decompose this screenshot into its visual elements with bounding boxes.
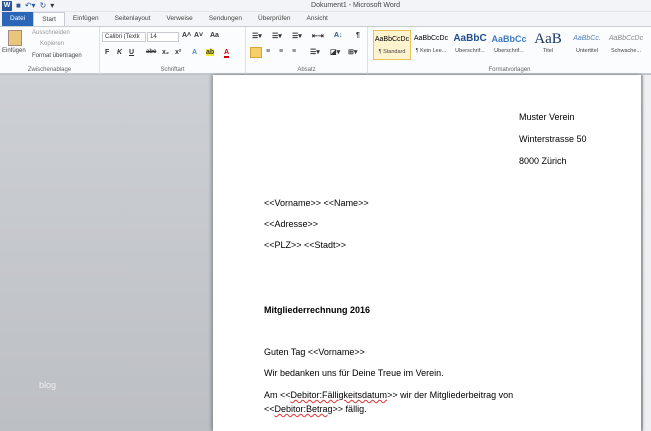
text: << [264,404,275,414]
window-title: Dokument1 - Microsoft Word [311,2,400,9]
tab-start[interactable]: Start [33,12,65,26]
tab-datei[interactable]: Datei [2,12,34,26]
body-line-3: <<Debitor:Betrag>> fällig. [264,404,367,414]
align-left-button[interactable] [250,47,262,58]
tab-verweise[interactable]: Verweise [158,12,200,26]
style-preview: AaBbCcDc [374,36,410,43]
ribbon-tabs: Datei Start Einfügen Seitenlayout Verwei… [0,12,651,26]
shading-icon[interactable]: ◪▾ [330,48,340,56]
document-page[interactable]: Muster Verein Winterstrasse 50 8000 Züri… [213,75,641,431]
superscript-button[interactable]: x² [175,49,181,56]
italic-button[interactable]: K [117,49,122,56]
greeting: Guten Tag <<Vorname>> [264,347,365,357]
paragraph-group: ☰▾ ☰▾ ☰▾ ⇤⇥ A↓ ¶ ≡ ≡ ≡ ☰▾ ◪▾ ⊞▾ Absatz [246,27,368,74]
justify-icon[interactable]: ≡ [292,48,296,55]
style-preview: AaBbCcDc [608,35,644,42]
change-case-button[interactable]: Aa [210,32,219,39]
watermark: blog [39,380,57,390]
sender-street: Winterstrasse 50 [519,134,587,144]
style-preview: AaBbCc. [573,35,601,42]
line-spacing-icon[interactable]: ☰▾ [310,48,320,56]
shrink-font-button[interactable]: A˅ [194,32,203,39]
style-name: Untertitel [575,48,598,54]
clipboard-group: Einfügen Ausschneiden Kopieren Format üb… [0,27,100,74]
ribbon: Einfügen Ausschneiden Kopieren Format üb… [0,26,651,74]
body-line-1: Wir bedanken uns für Deine Treue im Vere… [264,368,444,378]
highlight-icon[interactable]: ab [206,49,215,56]
font-color-icon[interactable]: A [224,49,230,58]
bold-button[interactable]: F [105,49,109,56]
subject: Mitgliederrechnung 2016 [264,305,371,315]
paste-button[interactable]: Einfügen [2,48,26,54]
numbering-icon[interactable]: ☰▾ [272,32,282,40]
font-group-label: Schriftart [160,67,185,73]
style-name: Titel [542,48,554,54]
show-formatting-button[interactable]: ¶ [356,32,360,39]
indent-icon[interactable]: ⇤⇥ [312,32,324,40]
vertical-scrollbar[interactable] [643,75,651,431]
style-name: ¶ Standard [378,49,406,55]
text: >> fällig. [332,404,367,414]
sort-button[interactable]: A↓ [334,32,343,39]
style-name: Schwache... [611,48,641,54]
style-name: Überschrif... [494,48,524,54]
paragraph-group-label: Absatz [297,67,316,73]
subscript-button[interactable]: x₂ [162,49,169,56]
style-schwache-hervorhebung[interactable]: AaBbCcDc Schwache... [607,30,645,60]
tab-ansicht[interactable]: Ansicht [299,12,336,26]
format-painter-button[interactable]: Format übertragen [32,53,82,59]
paste-icon[interactable] [8,30,22,46]
sender-city: 8000 Zürich [519,156,567,166]
style-preview: AaBbC [453,33,487,44]
styles-group: AaBbCcDc ¶ Standard AaBbCcDc ¶ Kein Lee...… [368,27,651,74]
bullets-icon[interactable]: ☰▾ [252,32,262,40]
multilevel-list-icon[interactable]: ☰▾ [292,32,302,40]
font-name-select[interactable]: Calibri (Textk [102,32,146,42]
text: Am << [264,390,291,400]
font-size-select[interactable]: 14 [147,32,179,42]
copy-button[interactable]: Kopieren [40,41,64,47]
cut-button[interactable]: Ausschneiden [32,30,70,36]
clipboard-group-label: Zwischenablage [27,67,72,73]
title-bar: W ■ ↶▾ ↻ ▾ Dokument1 - Microsoft Word [0,0,651,12]
align-center-icon[interactable]: ≡ [266,48,270,55]
style-preview: AaB [534,31,562,47]
style-name: Überschrif... [455,48,485,54]
style-name: ¶ Kein Lee... [415,48,447,54]
recipient-city: <<PLZ>> <<Stadt>> [264,240,347,250]
borders-icon[interactable]: ⊞▾ [348,48,357,56]
strikethrough-button[interactable]: abc [146,49,156,55]
text-effects-icon[interactable]: A [192,49,197,56]
style-standard[interactable]: AaBbCcDc ¶ Standard [373,30,411,60]
style-preview: AaBbCc [491,34,527,44]
tab-sendungen[interactable]: Sendungen [201,12,250,26]
tab-seitenlayout[interactable]: Seitenlayout [107,12,159,26]
style-preview: AaBbCcDc [413,35,449,42]
styles-group-label: Formatvorlagen [488,67,531,73]
body-line-2: Am <<Debitor:Fälligkeitsdatum>> wir der … [264,390,513,400]
recipient-address: <<Adresse>> [264,219,319,229]
style-untertitel[interactable]: AaBbCc. Untertitel [568,30,606,60]
style-ueberschrift-2[interactable]: AaBbCc Überschrif... [490,30,528,60]
style-titel[interactable]: AaB Titel [529,30,567,60]
font-group: Calibri (Textk 14 A˄ A˅ Aa F K U abc x₂ … [100,27,246,74]
style-kein-leerraum[interactable]: AaBbCcDc ¶ Kein Lee... [412,30,450,60]
tab-einfuegen[interactable]: Einfügen [65,12,107,26]
recipient-name: <<Vorname>> <<Name>> [264,198,369,208]
merge-field: Debitor:Betrag [274,404,333,414]
underline-button[interactable]: U [129,49,134,56]
text: >> wir der Mitgliederbeitrag von [387,390,514,400]
grow-font-button[interactable]: A˄ [182,32,191,39]
tab-ueberpruefen[interactable]: Überprüfen [250,12,299,26]
style-ueberschrift-1[interactable]: AaBbC Überschrif... [451,30,489,60]
sender-name: Muster Verein [519,112,575,122]
align-right-icon[interactable]: ≡ [279,48,283,55]
merge-field: Debitor:Fälligkeitsdatum [290,390,388,400]
